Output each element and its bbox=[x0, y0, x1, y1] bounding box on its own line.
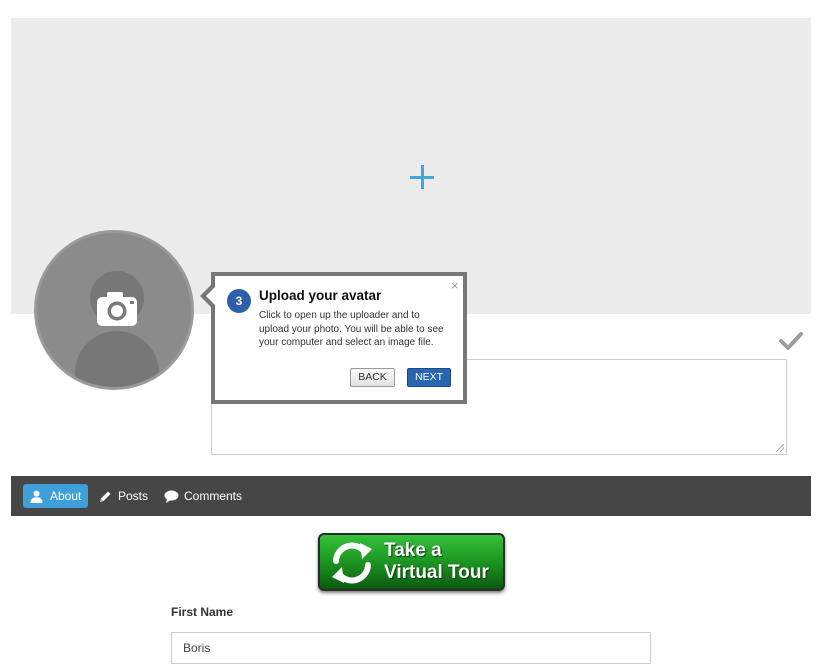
first-name-input[interactable] bbox=[171, 632, 651, 664]
popover-body: Click to open up the uploader and to upl… bbox=[259, 310, 444, 348]
speech-bubble-icon bbox=[164, 490, 179, 503]
avatar-placeholder-body bbox=[75, 331, 159, 387]
tab-posts[interactable]: Posts bbox=[99, 484, 155, 508]
tab-comments[interactable]: Comments bbox=[164, 484, 244, 508]
user-icon bbox=[30, 490, 43, 503]
tour-popover: 3 Upload your avatar Click to open up th… bbox=[211, 272, 467, 404]
refresh-arrows-icon bbox=[332, 542, 372, 584]
popover-title: Upload your avatar bbox=[259, 288, 382, 303]
close-icon[interactable]: × bbox=[451, 279, 459, 293]
tour-banner-line1: Take a bbox=[384, 540, 442, 561]
resize-grip-icon[interactable] bbox=[776, 444, 784, 452]
virtual-tour-button[interactable]: Take a Virtual Tour bbox=[318, 533, 505, 591]
checkmark-icon[interactable] bbox=[779, 330, 803, 352]
back-button[interactable]: BACK bbox=[350, 368, 395, 387]
next-button[interactable]: NEXT bbox=[407, 368, 451, 387]
tab-about-label: About bbox=[50, 489, 82, 503]
plus-icon[interactable] bbox=[399, 154, 445, 200]
avatar-upload[interactable] bbox=[34, 230, 194, 390]
first-name-label: First Name bbox=[171, 605, 234, 619]
tour-banner-line2: Virtual Tour bbox=[384, 562, 489, 583]
tab-about[interactable]: About bbox=[23, 484, 88, 508]
profile-tab-bar: About Posts Comments bbox=[11, 476, 811, 516]
tab-comments-label: Comments bbox=[184, 489, 243, 503]
step-badge: 3 bbox=[227, 289, 251, 313]
tab-posts-label: Posts bbox=[118, 489, 149, 503]
camera-icon bbox=[97, 292, 137, 326]
popover-arrow-inner bbox=[206, 287, 215, 305]
pencil-icon bbox=[100, 491, 111, 502]
